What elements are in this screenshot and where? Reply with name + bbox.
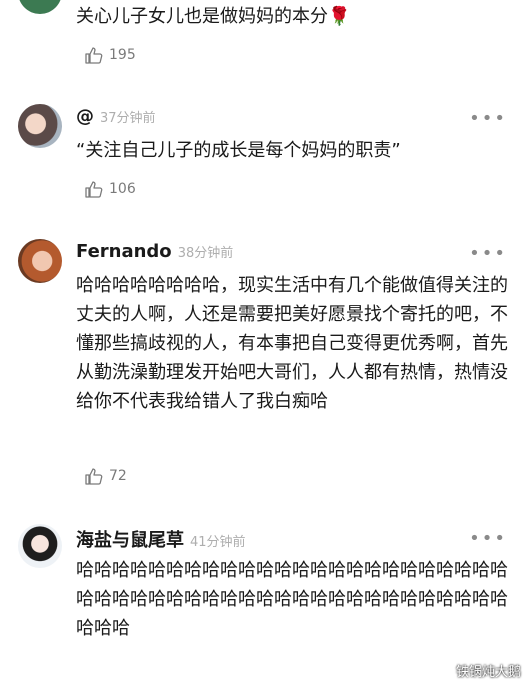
thumbs-up-icon <box>85 47 103 64</box>
comment-text: 哈哈哈哈哈哈哈哈，现实生活中有几个能做值得关注的丈夫的人啊，人还是需要把美好愿景… <box>76 275 508 412</box>
comment-time: 37分钟前 <box>100 111 156 126</box>
more-dots-icon[interactable]: ••• <box>469 110 507 128</box>
thumbs-up-icon <box>85 468 103 485</box>
comment-time: 41分钟前 <box>190 535 246 550</box>
thumbs-up-icon <box>85 181 103 198</box>
like-count: 72 <box>109 468 127 484</box>
author-name[interactable]: Fernando <box>76 241 172 262</box>
watermark: 铁锅炖大鹅 <box>455 665 521 680</box>
more-dots-icon[interactable]: ••• <box>469 245 507 263</box>
like-count: 106 <box>109 181 136 197</box>
avatar[interactable] <box>18 524 62 568</box>
like-button[interactable]: 106 <box>84 178 136 200</box>
like-button[interactable]: 195 <box>84 44 136 66</box>
comment-author: 海盐与鼠尾草 41分钟前 <box>76 526 246 552</box>
author-name[interactable]: 海盐与鼠尾草 <box>76 530 184 551</box>
more-dots-icon[interactable]: ••• <box>469 530 507 548</box>
avatar[interactable] <box>18 0 62 14</box>
comment-time: 38分钟前 <box>177 246 234 261</box>
rose-emoji: 🌹 <box>328 6 351 27</box>
comment-text: 关心儿子女儿也是做妈妈的本分🌹 <box>76 6 351 27</box>
comment-author: Fernando 38分钟前 <box>76 241 233 262</box>
like-button[interactable]: 72 <box>84 465 127 487</box>
comment-text: 哈哈哈哈哈哈哈哈哈哈哈哈哈哈哈哈哈哈哈哈哈哈哈哈哈哈哈哈哈哈哈哈哈哈哈哈哈哈哈哈… <box>76 560 508 639</box>
comment-author: @37分钟前 <box>76 106 156 127</box>
like-count: 195 <box>109 47 136 63</box>
avatar[interactable] <box>18 104 62 148</box>
comment-text: “关注自己儿子的成长是每个妈妈的职责” <box>76 140 401 161</box>
avatar[interactable] <box>18 239 62 283</box>
author-name[interactable]: @ <box>76 106 94 127</box>
